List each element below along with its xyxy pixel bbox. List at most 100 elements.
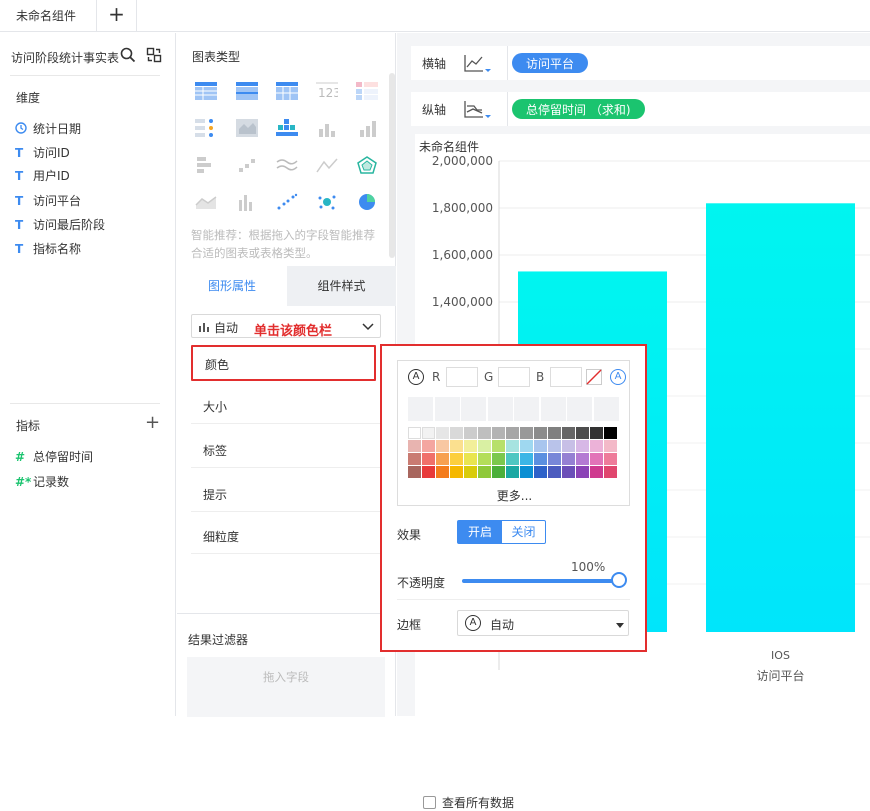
scrollbar[interactable]: [389, 73, 395, 258]
color-swatch[interactable]: [534, 427, 547, 439]
color-swatch[interactable]: [436, 453, 449, 465]
map-chart-icon[interactable]: [236, 119, 258, 137]
no-color-icon[interactable]: [586, 369, 602, 388]
color-swatch[interactable]: [422, 440, 435, 452]
color-swatch[interactable]: [534, 453, 547, 465]
color-swatch[interactable]: [562, 453, 575, 465]
opacity-slider-track[interactable]: [462, 579, 620, 583]
auto-color-icon[interactable]: A: [408, 369, 424, 385]
cross-table-icon[interactable]: [276, 82, 298, 100]
scatter-step-icon[interactable]: [236, 156, 258, 174]
dimension-field-visit-id[interactable]: T 访问ID: [15, 144, 70, 164]
color-swatch[interactable]: [408, 466, 421, 478]
axis-settings-icon[interactable]: [463, 99, 491, 121]
color-swatch[interactable]: [590, 466, 603, 478]
filter-drop-zone[interactable]: 拖入字段: [187, 657, 385, 717]
recent-color-swatch[interactable]: [434, 397, 461, 421]
color-swatch[interactable]: [604, 453, 617, 465]
view-all-data-checkbox[interactable]: 查看所有数据: [423, 794, 514, 811]
heatmap-grid-icon[interactable]: [276, 119, 298, 137]
indicator-field-record-count[interactable]: #* 记录数: [15, 473, 69, 493]
color-swatch[interactable]: [562, 427, 575, 439]
color-swatch[interactable]: [450, 427, 463, 439]
color-swatch[interactable]: [562, 440, 575, 452]
more-colors-link[interactable]: 更多...: [398, 487, 631, 504]
bar-chart-icon[interactable]: [195, 156, 217, 174]
color-swatch[interactable]: [548, 453, 561, 465]
color-swatch[interactable]: [478, 453, 491, 465]
color-swatch[interactable]: [590, 453, 603, 465]
color-swatch[interactable]: [450, 466, 463, 478]
color-swatch[interactable]: [576, 466, 589, 478]
opacity-slider-handle[interactable]: [611, 572, 627, 588]
effect-on-button[interactable]: 开启: [458, 521, 502, 543]
area-line-icon[interactable]: [316, 156, 338, 174]
tab-shape-properties[interactable]: 图形属性: [177, 266, 287, 306]
checkbox[interactable]: [423, 796, 436, 809]
color-swatch[interactable]: [506, 466, 519, 478]
color-swatch[interactable]: [520, 440, 533, 452]
recent-color-swatch[interactable]: [593, 397, 620, 421]
property-granularity[interactable]: 细粒度: [191, 518, 389, 554]
color-swatch[interactable]: [450, 453, 463, 465]
property-tooltip[interactable]: 提示: [191, 476, 389, 512]
search-icon[interactable]: [120, 47, 136, 63]
area-chart-icon[interactable]: [195, 193, 217, 211]
color-swatch[interactable]: [604, 427, 617, 439]
color-swatch[interactable]: [464, 453, 477, 465]
color-swatch[interactable]: [548, 440, 561, 452]
property-size[interactable]: 大小: [191, 388, 389, 424]
color-swatch[interactable]: [436, 427, 449, 439]
add-tab-button[interactable]: +: [97, 0, 137, 32]
color-swatch[interactable]: [408, 427, 421, 439]
dimension-field-last-stage[interactable]: T 访问最后阶段: [15, 216, 105, 236]
x-axis-field-pill[interactable]: 访问平台: [512, 53, 589, 73]
multi-column-icon[interactable]: [236, 193, 258, 211]
color-swatch[interactable]: [464, 466, 477, 478]
color-swatch[interactable]: [548, 427, 561, 439]
recent-color-swatch[interactable]: [514, 397, 540, 421]
color-swatch[interactable]: [422, 427, 435, 439]
color-swatch[interactable]: [464, 440, 477, 452]
color-swatch[interactable]: [478, 440, 491, 452]
kpi-card-icon[interactable]: [356, 82, 378, 100]
radar-chart-icon[interactable]: [356, 156, 378, 174]
color-swatch[interactable]: [436, 440, 449, 452]
color-swatch[interactable]: [576, 453, 589, 465]
color-swatch[interactable]: [408, 453, 421, 465]
effect-off-button[interactable]: 关闭: [502, 521, 545, 543]
color-swatch[interactable]: [548, 466, 561, 478]
line-chart-icon[interactable]: [276, 156, 298, 174]
auto-color-blue-icon[interactable]: A: [610, 369, 626, 385]
color-swatch[interactable]: [436, 466, 449, 478]
color-swatch[interactable]: [576, 427, 589, 439]
property-label[interactable]: 标签: [191, 432, 389, 468]
stacked-column-icon[interactable]: [356, 119, 378, 137]
color-swatch[interactable]: [590, 440, 603, 452]
y-axis-field-pill[interactable]: 总停留时间 （求和): [512, 99, 645, 119]
tab-unnamed-component[interactable]: 未命名组件: [0, 0, 97, 32]
color-swatch[interactable]: [492, 453, 505, 465]
recent-color-swatch[interactable]: [567, 397, 593, 421]
g-input[interactable]: [498, 367, 530, 387]
number-card-icon[interactable]: 123: [316, 82, 341, 100]
recent-color-swatch[interactable]: [461, 397, 487, 421]
color-swatch[interactable]: [534, 440, 547, 452]
color-swatch[interactable]: [520, 453, 533, 465]
pie-chart-icon[interactable]: [356, 193, 378, 211]
color-swatch[interactable]: [492, 440, 505, 452]
bubble-chart-icon[interactable]: [316, 193, 338, 211]
property-color[interactable]: 颜色: [191, 345, 376, 381]
table-chart-icon[interactable]: [195, 82, 217, 100]
dimension-field-stat-date[interactable]: 统计日期: [15, 120, 81, 140]
border-select[interactable]: A 自动: [457, 610, 629, 636]
dashboard-icon[interactable]: [195, 119, 217, 137]
group-table-icon[interactable]: [236, 82, 258, 100]
color-swatch[interactable]: [520, 427, 533, 439]
scatter-chart-icon[interactable]: [276, 193, 298, 211]
color-swatch[interactable]: [604, 466, 617, 478]
recent-color-swatch[interactable]: [540, 397, 567, 421]
tab-component-style[interactable]: 组件样式: [287, 266, 396, 306]
indicator-field-total-stay[interactable]: # 总停留时间: [15, 448, 93, 468]
dimension-field-user-id[interactable]: T 用户ID: [15, 167, 70, 187]
